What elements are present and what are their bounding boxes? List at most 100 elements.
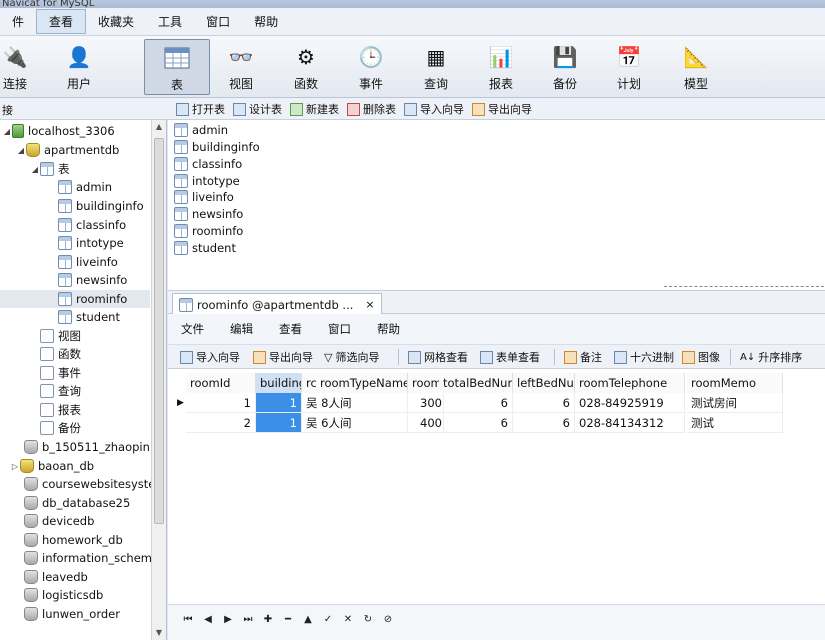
tree-table-classinfo[interactable]: classinfo — [58, 216, 126, 234]
cancel-icon[interactable]: ✕ — [340, 611, 356, 627]
close-icon[interactable]: × — [365, 298, 374, 311]
ribbon-query-button[interactable]: ▦ 查询 — [405, 39, 467, 95]
ribbon-connect-button[interactable]: 🔌 连接 — [0, 39, 46, 95]
tree-events-folder[interactable]: 事件 — [40, 364, 81, 382]
cell-roomMemo[interactable]: 测试 — [687, 413, 783, 433]
object-item-student[interactable]: student — [174, 240, 236, 257]
cell-totalBedNum[interactable]: 6 — [439, 413, 513, 433]
tree-db-devicedb[interactable]: devicedb — [24, 512, 94, 530]
menu-window[interactable]: 窗口 — [194, 10, 242, 33]
cell-totalBedNum[interactable]: 6 — [439, 393, 513, 413]
ribbon-backup-button[interactable]: 💾 备份 — [534, 39, 596, 95]
next-record-icon[interactable]: ▶ — [220, 611, 236, 627]
sort-asc-button[interactable]: A↓ 升序排序 — [740, 349, 802, 365]
editor-menu-view[interactable]: 查看 — [266, 321, 315, 337]
collapse-arrow-icon[interactable]: ◢ — [30, 165, 40, 174]
editor-menu-edit[interactable]: 编辑 — [217, 321, 266, 337]
ribbon-event-button[interactable]: 🕒 事件 — [340, 39, 402, 95]
import-wizard-button[interactable]: 导入向导 — [180, 349, 240, 365]
ribbon-model-button[interactable]: 📐 模型 — [665, 39, 727, 95]
ribbon-function-button[interactable]: ⚙ 函数 — [275, 39, 337, 95]
object-item-newsinfo[interactable]: newsinfo — [174, 206, 243, 223]
tree-table-newsinfo[interactable]: newsinfo — [58, 271, 127, 289]
editor-menu-window[interactable]: 窗口 — [315, 321, 364, 337]
refresh-icon[interactable]: ↻ — [360, 611, 376, 627]
column-header-building[interactable]: building — [256, 373, 302, 393]
menu-tools[interactable]: 工具 — [146, 10, 194, 33]
cell-roomTypeName[interactable]: 吴 8人间 — [302, 393, 408, 413]
tree-reports-folder[interactable]: 报表 — [40, 401, 81, 419]
collapse-arrow-icon[interactable]: ◢ — [2, 127, 12, 136]
tree-connection[interactable]: ◢ localhost_3306 — [2, 122, 115, 140]
column-header-roomMemo[interactable]: roomMemo — [687, 373, 783, 393]
move-up-icon[interactable]: ▲ — [300, 611, 316, 627]
column-header-totalBedNum[interactable]: totalBedNur — [439, 373, 513, 393]
tree-db-lunwen-order[interactable]: lunwen_order — [24, 605, 120, 623]
tree-scroll-thumb[interactable] — [154, 138, 164, 524]
tree-queries-folder[interactable]: 查询 — [40, 382, 81, 400]
tree-table-roominfo[interactable]: roominfo — [0, 290, 150, 308]
new-table-button[interactable]: 新建表 — [290, 101, 339, 117]
cell-roomTypeName[interactable]: 吴 6人间 — [302, 413, 408, 433]
tree-db-db-database25[interactable]: db_database25 — [24, 494, 130, 512]
cell-roomTelephone[interactable]: 028-84134312 — [575, 413, 685, 433]
tree-table-admin[interactable]: admin — [58, 178, 112, 196]
tree-db-homework-db[interactable]: homework_db — [24, 531, 123, 549]
tree-scrollbar[interactable]: ▲ ▼ — [151, 120, 166, 640]
hex-button[interactable]: 十六进制 — [614, 349, 674, 365]
apply-icon[interactable]: ✓ — [320, 611, 336, 627]
prev-record-icon[interactable]: ◀ — [200, 611, 216, 627]
scroll-down-icon[interactable]: ▼ — [152, 626, 166, 640]
stop-icon[interactable]: ⊘ — [380, 611, 396, 627]
column-header-roomTelephone[interactable]: roomTelephone — [575, 373, 685, 393]
cell-roomMemo[interactable]: 测试房间 — [687, 393, 783, 413]
object-item-classinfo[interactable]: classinfo — [174, 156, 242, 173]
tree-functions-folder[interactable]: 函数 — [40, 345, 81, 363]
tree-table-intotype[interactable]: intotype — [58, 234, 124, 252]
object-item-roominfo[interactable]: roominfo — [174, 223, 243, 240]
object-item-intotype[interactable]: intotype — [174, 173, 240, 190]
last-record-icon[interactable]: ⏭ — [240, 611, 256, 627]
ribbon-schedule-button[interactable]: 📅 计划 — [598, 39, 660, 95]
delete-record-icon[interactable]: ━ — [280, 611, 296, 627]
tab-roominfo[interactable]: roominfo @apartmentdb ... × — [172, 293, 382, 315]
tree-table-liveinfo[interactable]: liveinfo — [58, 253, 118, 271]
cell-roomId[interactable]: 1 — [186, 393, 256, 413]
cell-roomTelephone[interactable]: 028-84925919 — [575, 393, 685, 413]
object-item-buildinginfo[interactable]: buildinginfo — [174, 139, 260, 156]
editor-menu-help[interactable]: 帮助 — [364, 321, 413, 337]
tree-db-leavedb[interactable]: leavedb — [24, 568, 88, 586]
design-table-button[interactable]: 设计表 — [233, 101, 282, 117]
cell-building[interactable]: 1 — [256, 393, 302, 413]
tree-db-information-schema[interactable]: information_schema — [24, 549, 159, 567]
collapse-arrow-icon[interactable]: ◢ — [16, 146, 26, 155]
export-wizard-button[interactable]: 导出向导 — [472, 101, 532, 117]
tree-backups-folder[interactable]: 备份 — [40, 419, 81, 437]
expand-arrow-icon[interactable]: ▷ — [10, 462, 20, 471]
menu-help[interactable]: 帮助 — [242, 10, 290, 33]
memo-button[interactable]: 备注 — [564, 349, 602, 365]
menu-favorites[interactable]: 收藏夹 — [86, 10, 146, 33]
add-record-icon[interactable]: ✚ — [260, 611, 276, 627]
cell-leftBedNum[interactable]: 6 — [513, 413, 575, 433]
grid-view-button[interactable]: 网格查看 — [408, 349, 468, 365]
form-view-button[interactable]: 表单查看 — [480, 349, 540, 365]
ribbon-report-button[interactable]: 📊 报表 — [470, 39, 532, 95]
cell-roomId[interactable]: 2 — [186, 413, 256, 433]
tree-table-student[interactable]: student — [58, 308, 120, 326]
object-item-admin[interactable]: admin — [174, 122, 228, 139]
editor-menu-file[interactable]: 文件 — [168, 321, 217, 337]
export-wizard-button[interactable]: 导出向导 — [253, 349, 313, 365]
tree-db-coursewebsite[interactable]: coursewebsitesyster — [24, 475, 160, 493]
column-header-roomTypeName[interactable]: roomTypeName — [316, 373, 408, 393]
import-wizard-button[interactable]: 导入向导 — [404, 101, 464, 117]
tree-views-folder[interactable]: 视图 — [40, 327, 81, 345]
tree-database[interactable]: ◢ apartmentdb — [16, 141, 119, 159]
tree-db-b-150511-zhaopin[interactable]: b_150511_zhaopin — [24, 438, 150, 456]
cell-building[interactable]: 1 — [256, 413, 302, 433]
ribbon-user-button[interactable]: 👤 用户 — [48, 39, 110, 95]
scroll-up-icon[interactable]: ▲ — [152, 120, 166, 134]
first-record-icon[interactable]: ⏮ — [180, 611, 196, 627]
menu-file[interactable]: 件 — [0, 10, 36, 33]
filter-wizard-button[interactable]: ▽ 筛选向导 — [324, 349, 379, 365]
